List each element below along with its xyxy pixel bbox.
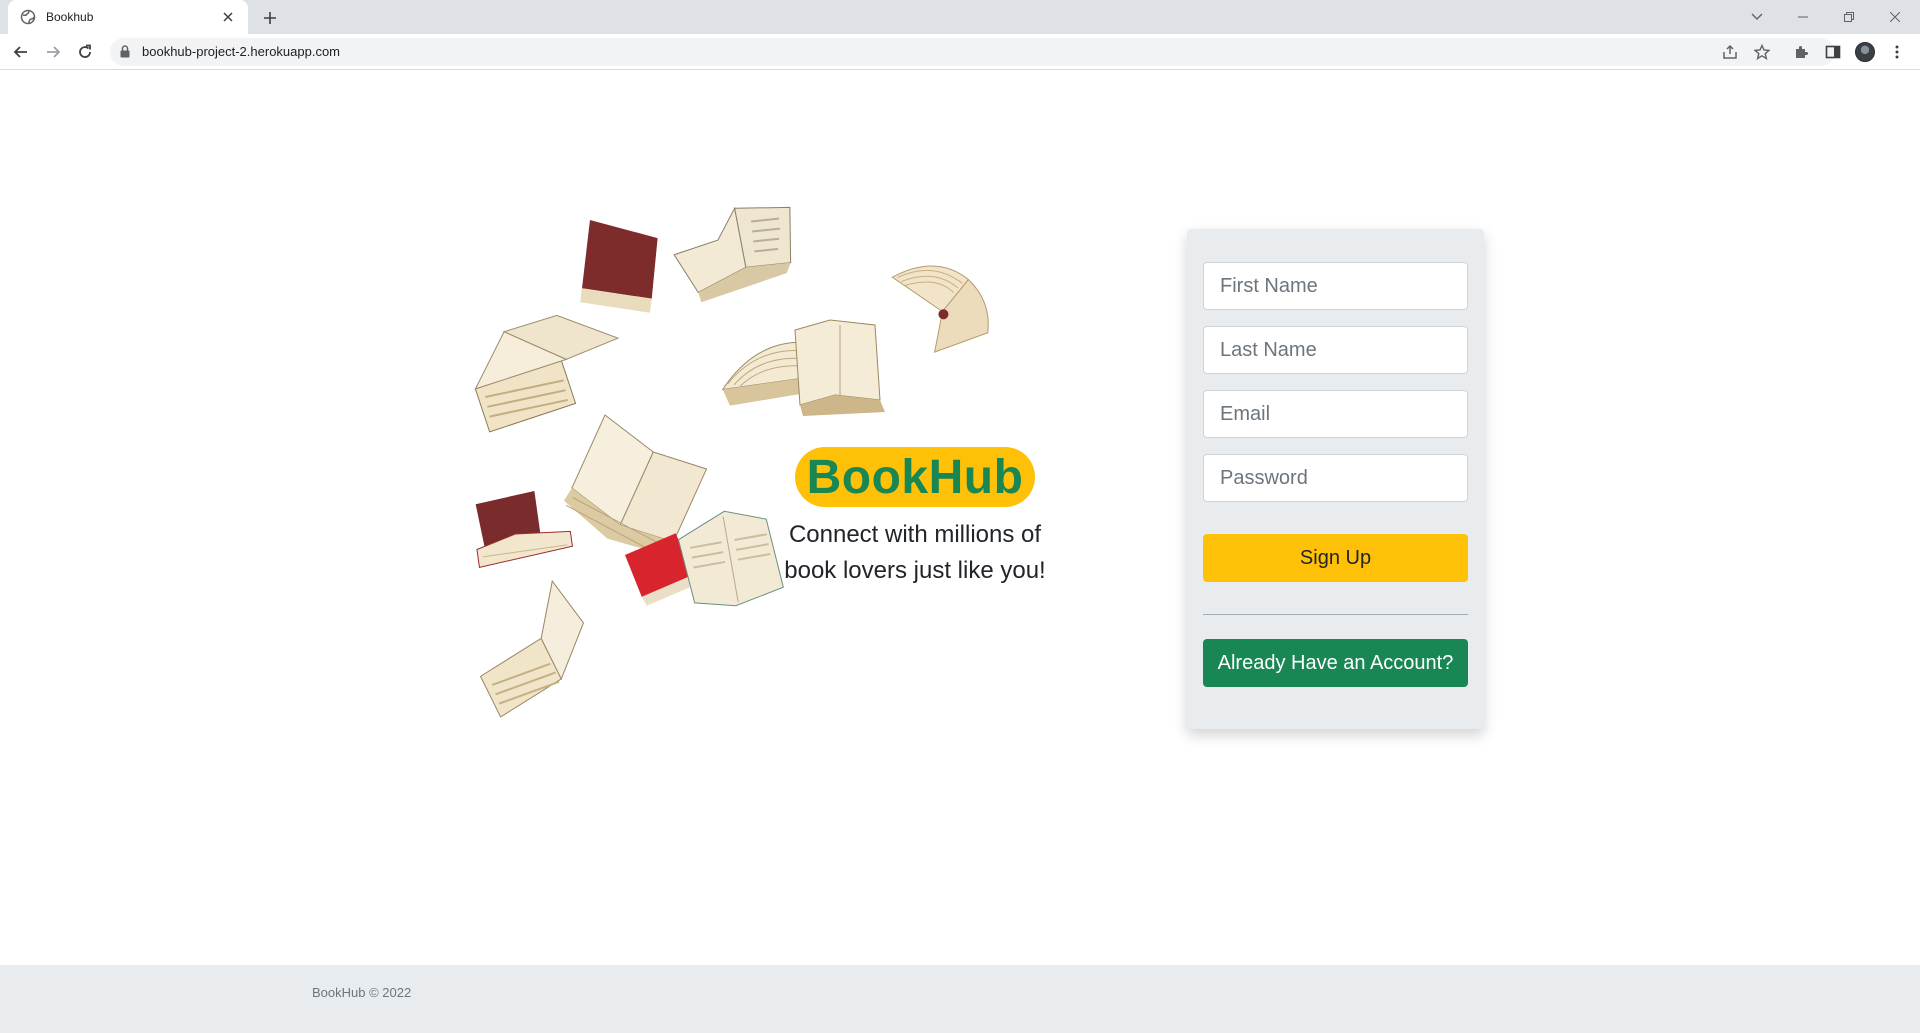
browser-tab[interactable]: Bookhub (8, 0, 248, 34)
browser-tab-strip: Bookhub (0, 0, 1920, 34)
divider (1203, 614, 1468, 615)
new-tab-icon[interactable] (258, 6, 282, 30)
forward-arrow-icon[interactable] (41, 40, 65, 64)
footer: BookHub © 2022 (0, 965, 1920, 1033)
first-name-input[interactable] (1203, 262, 1468, 310)
kebab-menu-icon[interactable] (1887, 42, 1907, 62)
avatar (1855, 42, 1875, 62)
book-open-lower (677, 510, 784, 607)
browser-toolbar: bookhub-project-2.herokuapp.com (0, 34, 1920, 70)
tab-title: Bookhub (46, 10, 94, 24)
minimize-icon[interactable] (1780, 0, 1826, 34)
last-name-input[interactable] (1203, 326, 1468, 374)
footer-copyright: BookHub © 2022 (312, 985, 412, 1000)
restore-icon[interactable] (1826, 0, 1872, 34)
brand-logo: BookHub (795, 447, 1035, 507)
book-maroon-closed (580, 220, 658, 313)
close-window-icon[interactable] (1872, 0, 1918, 34)
already-have-account-button[interactable]: Already Have an Account? (1203, 639, 1468, 687)
globe-icon (20, 9, 36, 25)
reload-icon[interactable] (73, 40, 97, 64)
book-open-bottom (479, 579, 585, 718)
address-bar[interactable]: bookhub-project-2.herokuapp.com (110, 38, 1835, 66)
book-maroon-open (475, 490, 573, 568)
lock-icon[interactable] (120, 45, 130, 63)
url-text[interactable]: bookhub-project-2.herokuapp.com (142, 44, 340, 59)
back-arrow-icon[interactable] (9, 40, 33, 64)
book-standing (794, 319, 885, 416)
side-panel-icon[interactable] (1823, 42, 1843, 62)
close-tab-icon[interactable] (218, 7, 238, 27)
tagline: Connect with millions of book lovers jus… (784, 521, 1046, 584)
extensions-puzzle-icon[interactable] (1791, 42, 1811, 62)
signup-button[interactable]: Sign Up (1203, 534, 1468, 582)
profile-avatar[interactable] (1855, 42, 1875, 62)
book-open-left (474, 314, 620, 433)
share-icon[interactable] (1720, 42, 1740, 62)
signup-form: Sign Up Already Have an Account? (1187, 229, 1484, 729)
bookmark-star-icon[interactable] (1752, 42, 1772, 62)
password-input[interactable] (1203, 454, 1468, 502)
email-input[interactable] (1203, 390, 1468, 438)
book-fanned-right (891, 265, 989, 353)
tab-search-icon[interactable] (1734, 0, 1780, 34)
book-open-top (673, 206, 792, 303)
brand-name: BookHub (806, 450, 1024, 504)
